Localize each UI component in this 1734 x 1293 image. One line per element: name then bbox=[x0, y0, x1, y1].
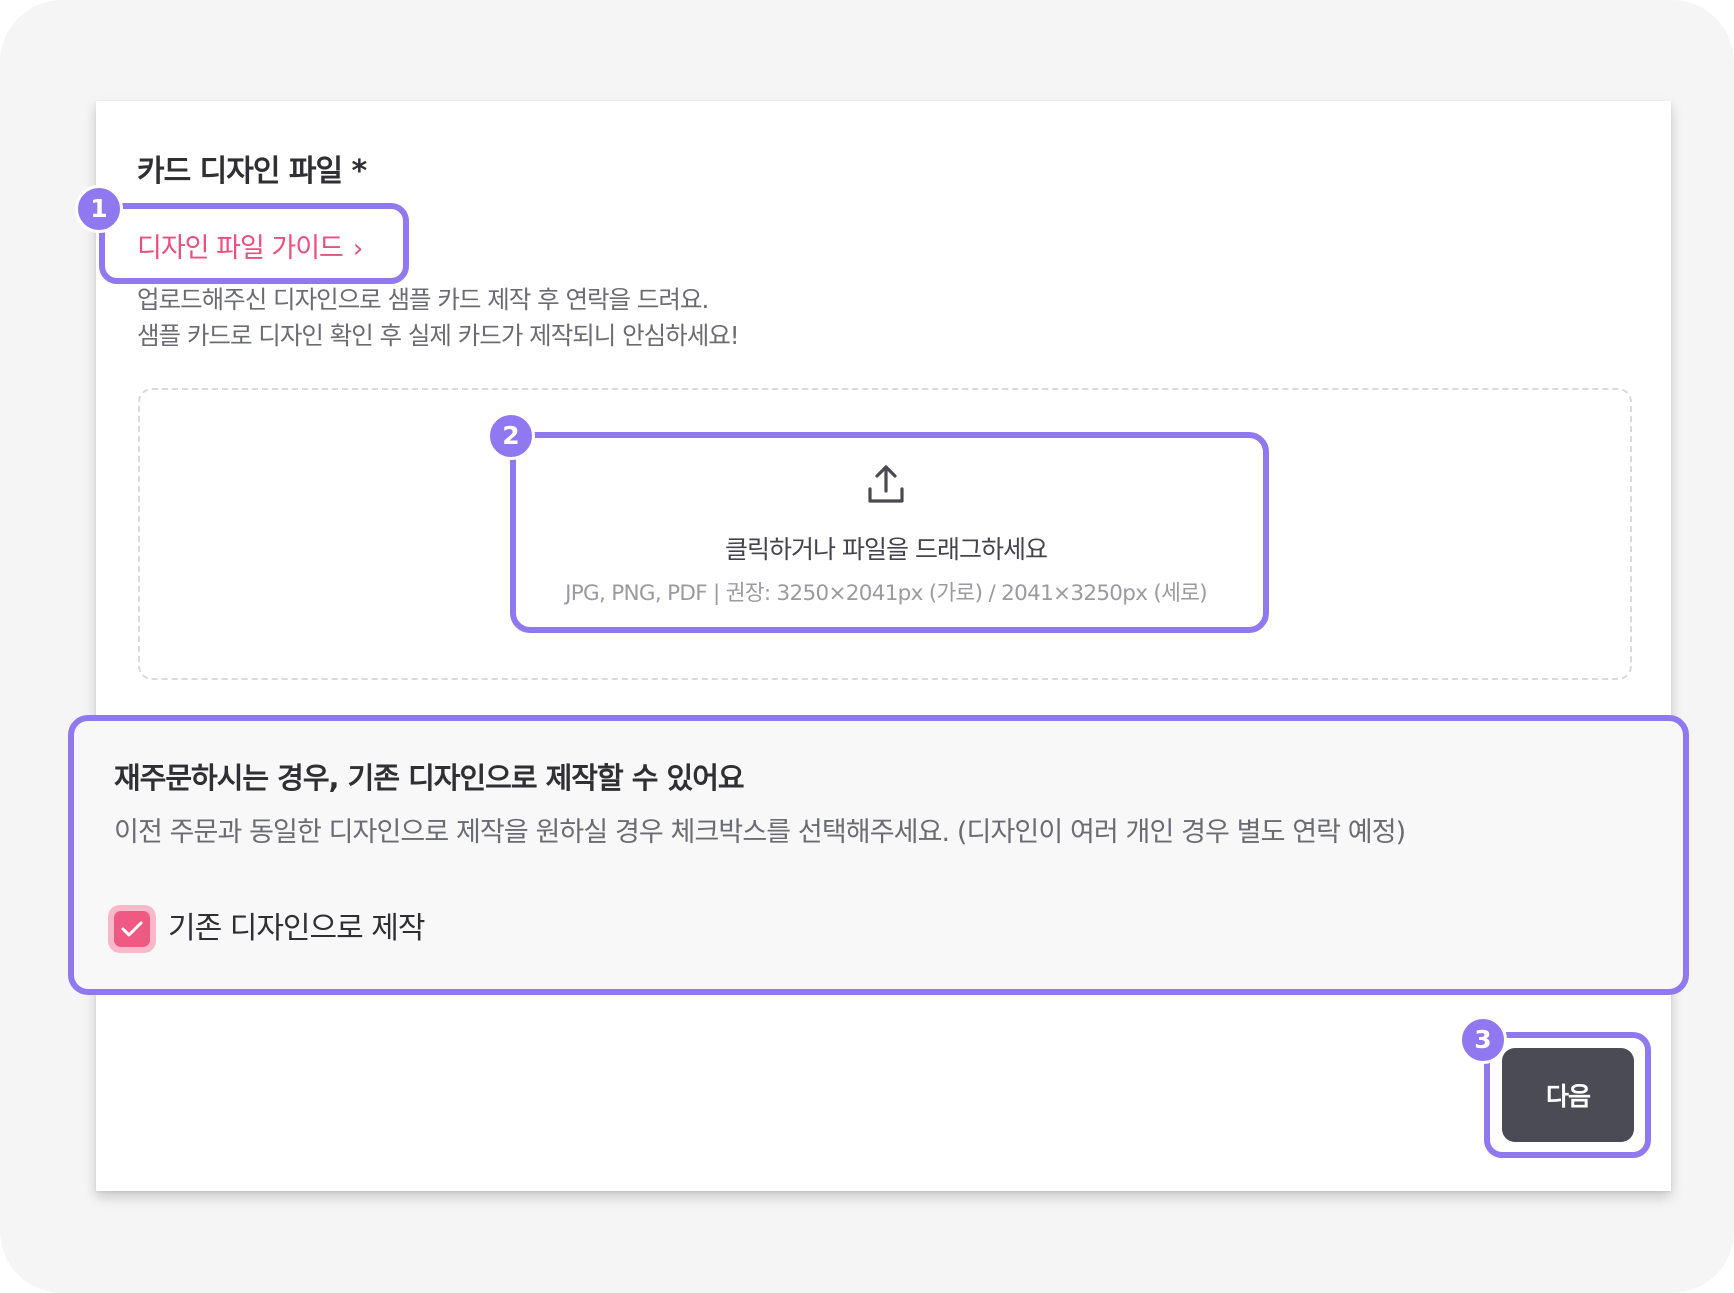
upload-instruction: 클릭하거나 파일을 드래그하세요 bbox=[725, 535, 1048, 564]
upload-icon[interactable] bbox=[866, 463, 906, 507]
checkbox-box bbox=[114, 911, 150, 947]
annotation-badge-1: 1 bbox=[75, 185, 123, 233]
description-line-1: 업로드해주신 디자인으로 샘플 카드 제작 후 연락을 드려요. bbox=[137, 285, 709, 314]
reuse-design-label[interactable]: 기존 디자인으로 제작 bbox=[168, 905, 425, 953]
annotation-badge-3: 3 bbox=[1459, 1016, 1507, 1064]
upload-format-hint: JPG, PNG, PDF | 권장: 3250×2041px (가로) / 2… bbox=[565, 581, 1208, 606]
design-guide-link[interactable]: 디자인 파일 가이드 › bbox=[137, 226, 363, 265]
description-line-2: 샘플 카드로 디자인 확인 후 실제 카드가 제작되니 안심하세요! bbox=[137, 321, 740, 350]
annotation-badge-2: 2 bbox=[487, 412, 535, 460]
reorder-title: 재주문하시는 경우, 기존 디자인으로 제작할 수 있어요 bbox=[114, 761, 745, 795]
section-title: 카드 디자인 파일 * bbox=[137, 154, 367, 189]
next-button[interactable]: 다음 bbox=[1502, 1048, 1634, 1142]
section-description: 업로드해주신 디자인으로 샘플 카드 제작 후 연락을 드려요. 샘플 카드로 … bbox=[137, 282, 740, 354]
chevron-right-icon: › bbox=[352, 234, 363, 264]
reorder-description: 이전 주문과 동일한 디자인으로 제작을 원하실 경우 체크박스를 선택해주세요… bbox=[114, 817, 1406, 848]
checkmark-icon bbox=[121, 921, 143, 937]
reuse-design-checkbox[interactable] bbox=[108, 905, 156, 953]
design-guide-link-label: 디자인 파일 가이드 bbox=[137, 233, 344, 264]
